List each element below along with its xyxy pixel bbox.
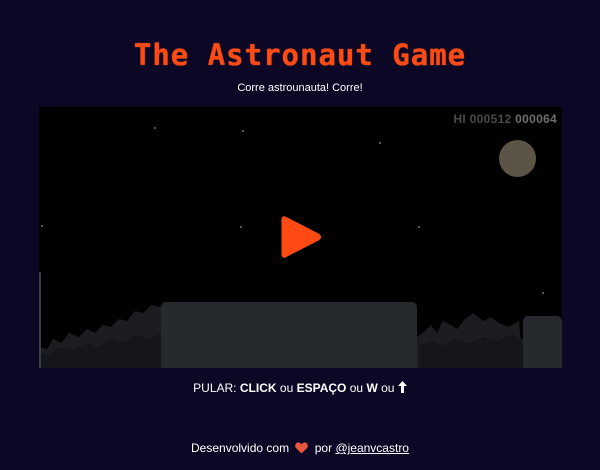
- footer: Desenvolvido com por @jeanvcastro: [0, 441, 600, 455]
- game-canvas[interactable]: HI 000512 000064: [39, 107, 562, 368]
- key-w: W: [366, 381, 378, 395]
- arrow-up-icon: [397, 381, 407, 393]
- controls-prefix: PULAR:: [193, 381, 237, 395]
- ground-platform: [523, 316, 562, 368]
- footer-by: por: [314, 441, 333, 455]
- heart-icon: [295, 442, 309, 454]
- controls-separator: ou: [349, 381, 364, 395]
- controls-separator: ou: [279, 381, 294, 395]
- key-space: ESPAÇO: [296, 381, 347, 395]
- play-button[interactable]: [279, 214, 323, 260]
- page-title: The Astronaut Game: [133, 38, 467, 72]
- author-link[interactable]: @jeanvcastro: [335, 441, 409, 455]
- key-click: CLICK: [239, 381, 277, 395]
- controls-separator: ou: [381, 381, 395, 395]
- page-subtitle: Corre astrounauta! Corre!: [237, 82, 363, 94]
- jump-instructions: PULAR: CLICK ou ESPAÇO ou W ou: [0, 381, 600, 395]
- ground-platform: [161, 302, 417, 368]
- footer-text: Desenvolvido com: [191, 441, 290, 455]
- play-icon: [281, 216, 321, 258]
